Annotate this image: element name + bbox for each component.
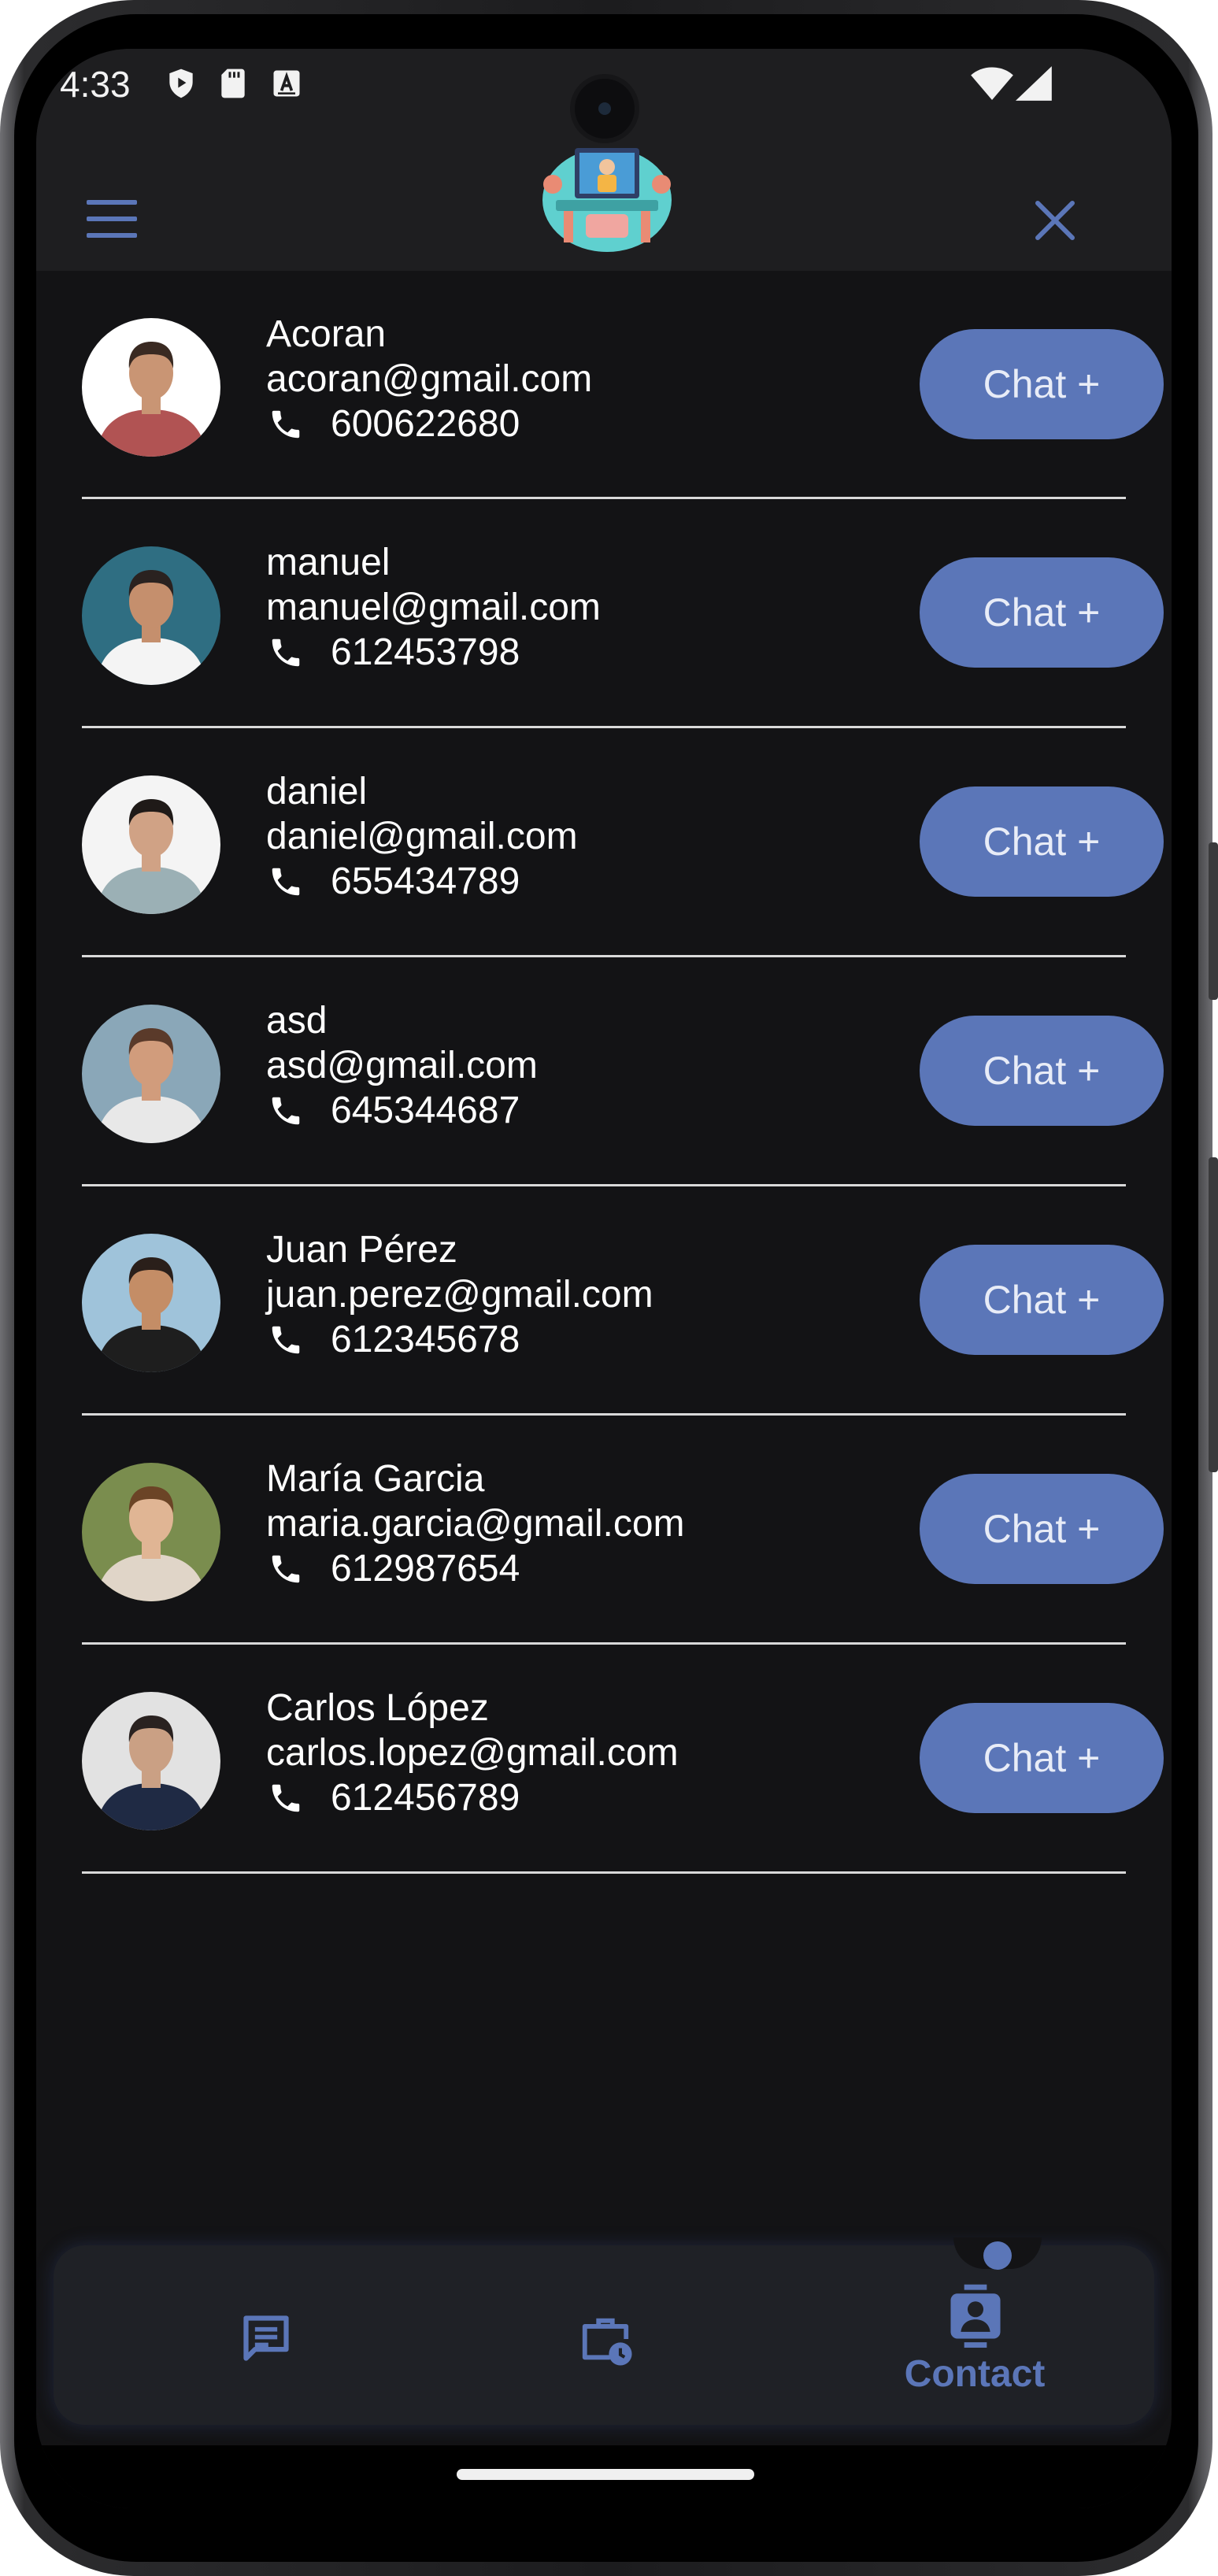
nav-item-chats[interactable] bbox=[148, 2245, 384, 2425]
chat-add-button[interactable]: Chat + bbox=[920, 1474, 1164, 1584]
phone-icon bbox=[272, 1326, 300, 1353]
chat-add-button[interactable]: Chat + bbox=[920, 1016, 1164, 1126]
phone-icon bbox=[272, 868, 300, 895]
contact-info: manuel manuel@gmail.com 612453798 bbox=[266, 540, 601, 675]
contact-avatar bbox=[82, 318, 220, 457]
contact-email: acoran@gmail.com bbox=[266, 358, 593, 400]
phone-icon bbox=[272, 638, 300, 666]
contact-avatar bbox=[82, 775, 220, 914]
contact-phone: 612345678 bbox=[331, 1319, 520, 1360]
app-screen: 4:33 Acoran acoran@gmail.com 600622680 C… bbox=[36, 49, 1172, 2508]
contact-row[interactable]: Acoran acoran@gmail.com 600622680 Chat + bbox=[82, 271, 1164, 499]
contact-row[interactable]: daniel daniel@gmail.com 655434789 Chat + bbox=[82, 728, 1164, 957]
contact-row[interactable]: manuel manuel@gmail.com 612453798 Chat + bbox=[82, 499, 1164, 728]
contact-info: Carlos López carlos.lopez@gmail.com 6124… bbox=[266, 1686, 679, 1820]
chat-add-button[interactable]: Chat + bbox=[920, 557, 1164, 668]
contact-name: Acoran bbox=[266, 313, 387, 355]
person-avatar-icon bbox=[82, 1463, 220, 1601]
phone-icon bbox=[272, 1784, 300, 1812]
contact-name: asd bbox=[266, 1000, 328, 1042]
chat-add-button[interactable]: Chat + bbox=[920, 329, 1164, 439]
contact-info: daniel daniel@gmail.com 655434789 bbox=[266, 769, 578, 904]
contact-name: daniel bbox=[266, 771, 368, 812]
keyboard-a-icon bbox=[273, 70, 300, 97]
home-indicator[interactable] bbox=[457, 2469, 754, 2480]
chat-add-button[interactable]: Chat + bbox=[920, 1703, 1164, 1813]
person-avatar-icon bbox=[82, 775, 220, 914]
contact-phone-row: 612987654 bbox=[266, 1546, 685, 1591]
contact-name: Carlos López bbox=[266, 1687, 489, 1729]
hamburger-menu-icon[interactable] bbox=[85, 195, 140, 242]
contact-row[interactable]: Carlos López carlos.lopez@gmail.com 6124… bbox=[82, 1645, 1164, 1874]
front-camera bbox=[575, 79, 635, 139]
briefcase-clock-icon bbox=[582, 2318, 632, 2366]
volume-button bbox=[1209, 842, 1218, 1000]
bottom-navigation: Contact bbox=[54, 2245, 1154, 2425]
contact-email: manuel@gmail.com bbox=[266, 587, 601, 628]
contact-phone-row: 655434789 bbox=[266, 859, 578, 904]
contact-phone-row: 612453798 bbox=[266, 630, 601, 675]
nav-item-contact[interactable]: Contact bbox=[857, 2245, 1093, 2425]
phone-icon bbox=[272, 1555, 300, 1582]
contact-info: Juan Pérez juan.perez@gmail.com 61234567… bbox=[266, 1227, 653, 1362]
contact-avatar bbox=[82, 1005, 220, 1143]
person-avatar-icon bbox=[82, 546, 220, 685]
phone-icon bbox=[272, 410, 300, 438]
sd-card-icon bbox=[221, 68, 245, 98]
phone-device: 4:33 Acoran acoran@gmail.com 600622680 C… bbox=[0, 0, 1218, 2576]
contact-badge-icon bbox=[950, 2284, 1001, 2348]
status-time: 4:33 bbox=[60, 64, 131, 105]
person-avatar-icon bbox=[82, 318, 220, 457]
person-avatar-icon bbox=[82, 1005, 220, 1143]
contact-phone: 612987654 bbox=[331, 1548, 520, 1590]
contact-email: daniel@gmail.com bbox=[266, 816, 578, 857]
nav-active-indicator bbox=[983, 2241, 1012, 2270]
contact-avatar bbox=[82, 546, 220, 685]
nav-label-contact: Contact bbox=[904, 2353, 1046, 2395]
contact-phone-row: 612345678 bbox=[266, 1317, 653, 1362]
contact-phone: 655434789 bbox=[331, 861, 520, 902]
nav-item-jobs[interactable] bbox=[487, 2245, 723, 2425]
wifi-icon bbox=[971, 67, 1013, 100]
contact-email: carlos.lopez@gmail.com bbox=[266, 1732, 679, 1774]
workspace-logo-icon bbox=[542, 148, 672, 252]
signal-icon bbox=[1016, 66, 1052, 101]
contact-phone-row: 600622680 bbox=[266, 402, 592, 446]
contact-email: asd@gmail.com bbox=[266, 1045, 538, 1086]
chat-add-button[interactable]: Chat + bbox=[920, 1245, 1164, 1355]
phone-icon bbox=[272, 1097, 300, 1124]
contact-name: Juan Pérez bbox=[266, 1229, 457, 1271]
contact-info: asd asd@gmail.com 645344687 bbox=[266, 998, 538, 1133]
contact-row[interactable]: María Garcia maria.garcia@gmail.com 6129… bbox=[82, 1416, 1164, 1645]
contact-row[interactable]: Juan Pérez juan.perez@gmail.com 61234567… bbox=[82, 1186, 1164, 1416]
contact-email: juan.perez@gmail.com bbox=[266, 1274, 653, 1316]
chat-add-button[interactable]: Chat + bbox=[920, 786, 1164, 897]
shield-play-icon bbox=[169, 68, 193, 98]
person-avatar-icon bbox=[82, 1234, 220, 1372]
person-avatar-icon bbox=[82, 1692, 220, 1830]
contact-list: Acoran acoran@gmail.com 600622680 Chat +… bbox=[82, 271, 1164, 1874]
contact-phone: 612453798 bbox=[331, 631, 520, 673]
contact-avatar bbox=[82, 1234, 220, 1372]
contact-phone: 612456789 bbox=[331, 1777, 520, 1819]
contact-phone-row: 612456789 bbox=[266, 1775, 679, 1820]
contact-name: manuel bbox=[266, 542, 391, 583]
contact-phone: 645344687 bbox=[331, 1090, 520, 1131]
power-button bbox=[1209, 1157, 1218, 1472]
contact-avatar bbox=[82, 1692, 220, 1830]
contact-info: María Garcia maria.garcia@gmail.com 6129… bbox=[266, 1456, 685, 1591]
contact-info: Acoran acoran@gmail.com 600622680 bbox=[266, 312, 592, 446]
contact-email: maria.garcia@gmail.com bbox=[266, 1503, 685, 1545]
contact-phone: 600622680 bbox=[331, 403, 520, 445]
close-icon[interactable] bbox=[1030, 195, 1080, 246]
contact-phone-row: 645344687 bbox=[266, 1088, 538, 1133]
contact-avatar bbox=[82, 1463, 220, 1601]
contact-row[interactable]: asd asd@gmail.com 645344687 Chat + bbox=[82, 957, 1164, 1186]
app-header: 4:33 bbox=[36, 49, 1172, 271]
chat-message-icon bbox=[243, 2315, 289, 2361]
contact-name: María Garcia bbox=[266, 1458, 485, 1500]
